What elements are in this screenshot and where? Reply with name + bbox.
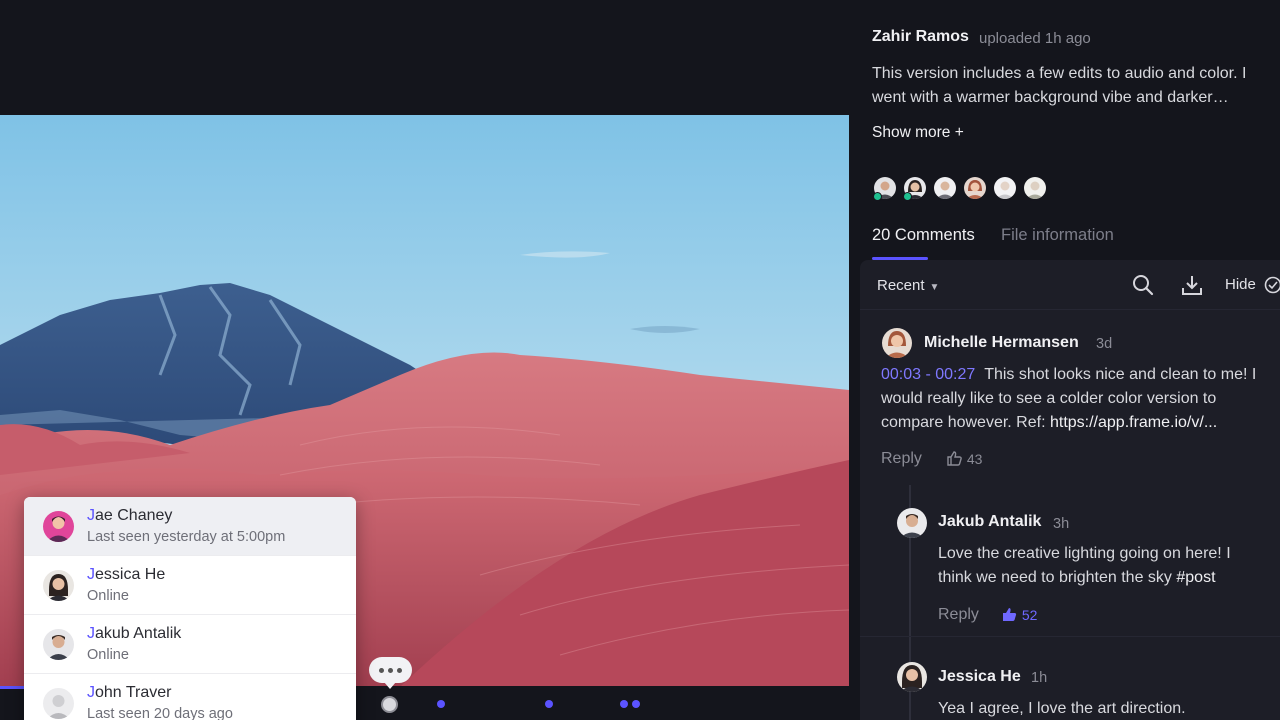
mention-item[interactable]: John Traver Last seen 20 days ago [24,674,356,720]
mention-status: Online [87,588,129,604]
avatar[interactable] [882,328,912,358]
avatar[interactable] [1022,175,1048,201]
comment-time: 3h [1053,516,1070,532]
upload-time: uploaded 1h ago [979,30,1091,47]
uploader-name[interactable]: Zahir Ramos [872,28,969,46]
comment-author[interactable]: Jakub Antalik [938,513,1041,531]
comments-toolbar: Recent ▼ Hide [860,260,1280,310]
mention-status: Online [87,647,129,663]
mention-item[interactable]: Jae Chaney Last seen yesterday at 5:00pm [24,497,356,556]
check-circle-icon[interactable] [1264,276,1280,299]
hide-label: Hide [1225,276,1256,293]
avatar[interactable] [992,175,1018,201]
mention-name: John Traver [87,684,172,701]
chevron-down-icon: ▼ [929,282,940,293]
comment-text: compare however. Ref: [881,414,1050,431]
like-button[interactable]: 52 [1001,606,1037,623]
comment-marker[interactable] [545,700,553,708]
online-indicator [903,192,912,201]
comment-body: Love the creative lighting going on here… [938,542,1278,590]
comment-time: 3d [1096,336,1113,352]
download-icon[interactable] [1181,274,1203,301]
comment-body: 00:03 - 00:27 This shot looks nice and c… [881,363,1280,435]
sort-dropdown[interactable]: Recent ▼ [877,277,939,294]
version-description: This version includes a few edits to aud… [872,65,1247,106]
divider [860,636,1280,637]
tab-file-information[interactable]: File information [1001,226,1114,245]
comment-text: Yea I agree, I love the art direction. [938,700,1186,717]
mention-name: Jessica He [87,566,166,583]
comment-text: This shot looks nice and clean to me! I [984,366,1257,383]
details-panel: Zahir Ramos uploaded 1h ago This version… [860,0,1280,720]
comments-list: Recent ▼ Hide Michelle Hermansen 3d 00:03 [860,260,1280,720]
comment-bubble-icon[interactable] [369,657,412,689]
comment-time: 1h [1031,670,1048,686]
show-more-link[interactable]: Show more + [872,124,964,142]
avatar [43,570,74,601]
comment-body: Yea I agree, I love the art direction. [938,697,1278,720]
sort-label: Recent [877,277,925,294]
search-icon[interactable] [1132,274,1154,301]
mention-item[interactable]: Jakub Antalik Online [24,615,356,674]
avatar [43,511,74,542]
avatar[interactable] [897,508,927,538]
avatar[interactable] [932,175,958,201]
mention-status: Last seen 20 days ago [87,706,233,720]
comment-author[interactable]: Jessica He [938,668,1021,686]
comment-text: think we need to brighten the sky [938,569,1177,586]
online-indicator [873,192,882,201]
reply-button[interactable]: Reply [881,450,922,468]
avatar[interactable] [897,662,927,692]
hide-button[interactable]: Hide [1225,276,1256,293]
reply-button[interactable]: Reply [938,606,979,624]
app-root: Jae Chaney Last seen yesterday at 5:00pm… [0,0,1280,720]
media-viewer: Jae Chaney Last seen yesterday at 5:00pm… [0,0,860,720]
avatar [43,688,74,719]
comment-marker[interactable] [632,700,640,708]
mention-dropdown: Jae Chaney Last seen yesterday at 5:00pm… [24,497,356,720]
playhead-handle[interactable] [381,696,398,713]
mention-name: Jae Chaney [87,507,173,524]
comment-marker[interactable] [620,700,628,708]
avatar [43,629,74,660]
like-count: 52 [1021,607,1038,623]
like-button[interactable]: 43 [946,450,982,467]
comment-text: would really like to see a colder color … [881,390,1217,407]
thumbs-up-icon [947,451,962,466]
timecode-link[interactable]: 00:03 - 00:27 [881,366,975,383]
reference-link[interactable]: https://app.frame.io/v/... [1050,414,1217,431]
comment-marker[interactable] [437,700,445,708]
thumbs-up-icon [1003,608,1017,621]
comment-text: Love the creative lighting going on here… [938,545,1231,562]
mention-item[interactable]: Jessica He Online [24,556,356,615]
like-count: 43 [966,451,983,467]
comment-author[interactable]: Michelle Hermansen [924,334,1079,352]
mention-name: Jakub Antalik [87,625,182,642]
mention-status: Last seen yesterday at 5:00pm [87,529,286,545]
avatar[interactable] [962,175,988,201]
hashtag-link[interactable]: #post [1176,569,1215,586]
tab-comments[interactable]: 20 Comments [872,226,975,245]
